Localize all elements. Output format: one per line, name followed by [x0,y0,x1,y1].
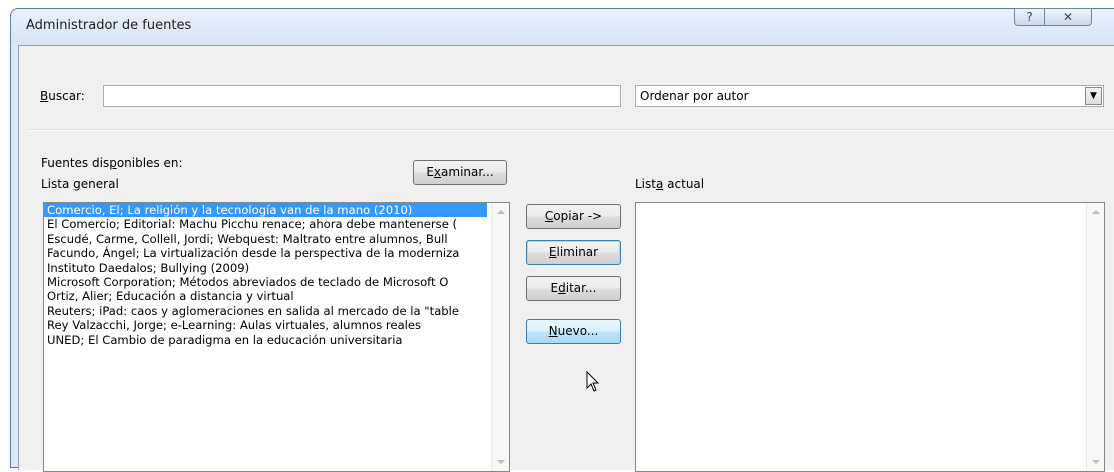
help-icon: ? [1026,10,1033,24]
search-input[interactable] [103,85,621,107]
scroll-up-icon[interactable] [1092,210,1100,214]
search-label: Buscar: [40,89,85,103]
edit-button[interactable]: Editar... [526,276,621,301]
list-item[interactable]: Comercio, El; La religión y la tecnologí… [44,203,487,218]
sort-select[interactable]: Ordenar por autor ▼ [635,85,1104,107]
separator [29,129,1114,131]
dialog-client-area: Buscar: Ordenar por autor ▼ Fuentes disp… [18,45,1114,472]
scroll-down-icon[interactable] [497,460,505,464]
current-list-label: Lista actual [635,177,705,191]
list-item[interactable]: Ortiz, Alier; Educación a distancia y vi… [44,289,487,303]
list-item[interactable]: Instituto Daedalos; Bullying (2009) [44,261,487,275]
browse-button[interactable]: Examinar... [413,160,507,185]
new-button[interactable]: Nuevo... [526,319,621,344]
current-sources-list[interactable] [635,202,1105,472]
general-sources-list[interactable]: Comercio, El; La religión y la tecnologí… [43,202,510,472]
sort-selected-value: Ordenar por autor [640,89,749,103]
general-list-items: Comercio, El; La religión y la tecnologí… [44,203,509,347]
close-button[interactable]: ✕ [1044,8,1092,26]
copy-button[interactable]: Copiar -> [526,204,621,229]
title-bar[interactable]: Administrador de fuentes ? ✕ [11,8,1114,45]
current-list-scrollbar[interactable] [1086,203,1104,471]
delete-button[interactable]: Eliminar [526,240,621,265]
close-icon: ✕ [1062,10,1074,24]
general-list-scrollbar[interactable] [491,203,509,471]
scroll-up-icon[interactable] [497,210,505,214]
general-list-label: Lista general [41,177,119,191]
available-sources-label: Fuentes disponibles en: [41,156,183,170]
dropdown-arrow-icon[interactable]: ▼ [1085,87,1102,105]
list-item[interactable]: Facundo, Ángel; La virtualización desde … [44,246,487,260]
dialog-window: Administrador de fuentes ? ✕ Buscar: Ord… [10,8,1114,472]
mouse-pointer-icon [586,371,600,392]
window-title: Administrador de fuentes [26,18,192,33]
list-item[interactable]: El Comercio; Editorial: Machu Picchu ren… [44,217,487,231]
list-item[interactable]: Escudé, Carme, Collell, Jordi; Webquest:… [44,232,487,246]
list-item[interactable]: Reuters; iPad: caos y aglomeraciones en … [44,304,487,318]
help-button[interactable]: ? [1014,8,1045,26]
list-item[interactable]: Rey Valzacchi, Jorge; e-Learning: Aulas … [44,318,487,332]
scroll-down-icon[interactable] [1092,460,1100,464]
list-item[interactable]: UNED; El Cambio de paradigma en la educa… [44,333,487,347]
list-item[interactable]: Microsoft Corporation; Métodos abreviado… [44,275,487,289]
